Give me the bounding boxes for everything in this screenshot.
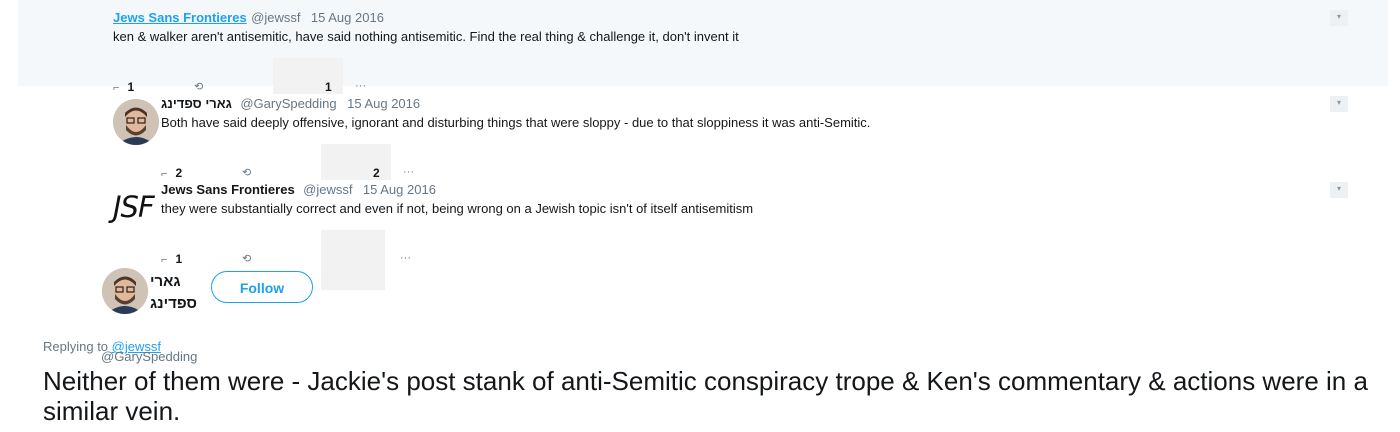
tweet-3-handle[interactable]: @jewssf — [303, 182, 352, 197]
tweet-1-media-placeholder — [273, 58, 343, 94]
tweet-2-date[interactable]: 15 Aug 2016 — [347, 96, 420, 111]
tweet-2-caret-icon[interactable]: ▾ — [1330, 96, 1348, 112]
tweet-2-like-button[interactable]: 2 — [373, 166, 380, 180]
tweet-1-like-button[interactable]: 1 — [325, 80, 332, 94]
tweet-1-more-button[interactable]: ··· — [355, 80, 366, 92]
tweet-3-text: they were substantially correct and even… — [161, 201, 754, 216]
reply-icon: ⌐ — [161, 254, 168, 266]
main-tweet-handle[interactable]: @GarySpedding — [101, 349, 197, 364]
tweet-2-more-button[interactable]: ··· — [403, 166, 414, 178]
tweet-1-reply-button[interactable]: ⌐ 1 — [113, 80, 134, 94]
retweet-icon: ⟲ — [242, 253, 252, 265]
tweet-1-handle[interactable]: @jewssf — [251, 10, 300, 25]
more-icon: ··· — [355, 80, 366, 92]
avatar-photo — [113, 99, 159, 145]
tweet-3-reply-count: 1 — [175, 252, 183, 266]
more-icon: ··· — [403, 166, 414, 178]
more-icon: ··· — [400, 252, 411, 264]
tweet-1-caret-icon[interactable]: ▾ — [1330, 10, 1348, 26]
follow-button[interactable]: Follow — [211, 271, 313, 303]
main-tweet-name-line-2: ספדינג — [150, 295, 198, 312]
tweet-2-like-count: 2 — [373, 166, 380, 180]
tweet-2-retweet-button[interactable]: ⟲ — [242, 166, 251, 179]
tweet-2-media-placeholder — [321, 144, 391, 180]
tweet-1-reply-count: 1 — [127, 80, 135, 94]
tweet-2-reply-count: 2 — [175, 166, 183, 180]
tweet-2-text: Both have said deeply offensive, ignoran… — [161, 115, 871, 130]
avatar-photo — [102, 268, 148, 314]
tweet-2-handle[interactable]: @GarySpedding — [240, 96, 336, 111]
tweet-1-header: Jews Sans Frontieres @jewssf 15 Aug 2016 — [113, 9, 384, 27]
tweet-3-header: Jews Sans Frontieres @jewssf 15 Aug 2016 — [161, 181, 436, 199]
tweet-2-author-name[interactable]: גארי ספדינג — [161, 96, 232, 111]
tweet-2-header: גארי ספדינג @GarySpedding 15 Aug 2016 — [161, 95, 420, 113]
tweet-3-retweet-button[interactable]: ⟲ — [242, 252, 251, 265]
reply-icon: ⌐ — [113, 82, 120, 94]
tweet-1-text: ken & walker aren't antisemitic, have sa… — [113, 29, 739, 44]
tweet-3-date[interactable]: 15 Aug 2016 — [363, 182, 436, 197]
tweet-3-more-button[interactable]: ··· — [400, 252, 411, 264]
tweet-3-caret-icon[interactable]: ▾ — [1330, 182, 1348, 198]
main-tweet-name-line-1: גארי — [150, 273, 181, 290]
reply-icon: ⌐ — [161, 168, 168, 180]
main-tweet-avatar[interactable] — [102, 268, 148, 314]
main-tweet-author-name[interactable]: גארי ספדינג — [150, 271, 197, 315]
tweet-1-date[interactable]: 15 Aug 2016 — [311, 10, 384, 25]
retweet-icon: ⟲ — [242, 167, 252, 179]
tweet-3-reply-button[interactable]: ⌐ 1 — [161, 252, 182, 266]
tweet-1-retweet-button[interactable]: ⟲ — [194, 80, 203, 93]
tweet-3-avatar-logo[interactable]: JSF — [113, 190, 155, 224]
tweet-3-author-name[interactable]: Jews Sans Frontieres — [161, 182, 295, 197]
retweet-icon: ⟲ — [194, 81, 204, 93]
tweet-1-like-count: 1 — [325, 80, 332, 94]
tweet-3-media-placeholder — [321, 230, 385, 290]
main-tweet-text: Neither of them were - Jackie's post sta… — [43, 366, 1368, 426]
tweet-1-author-name[interactable]: Jews Sans Frontieres — [113, 10, 247, 25]
tweet-2-avatar[interactable] — [113, 99, 159, 145]
tweet-2-reply-button[interactable]: ⌐ 2 — [161, 166, 182, 180]
replying-to-label: Replying to — [43, 339, 109, 354]
